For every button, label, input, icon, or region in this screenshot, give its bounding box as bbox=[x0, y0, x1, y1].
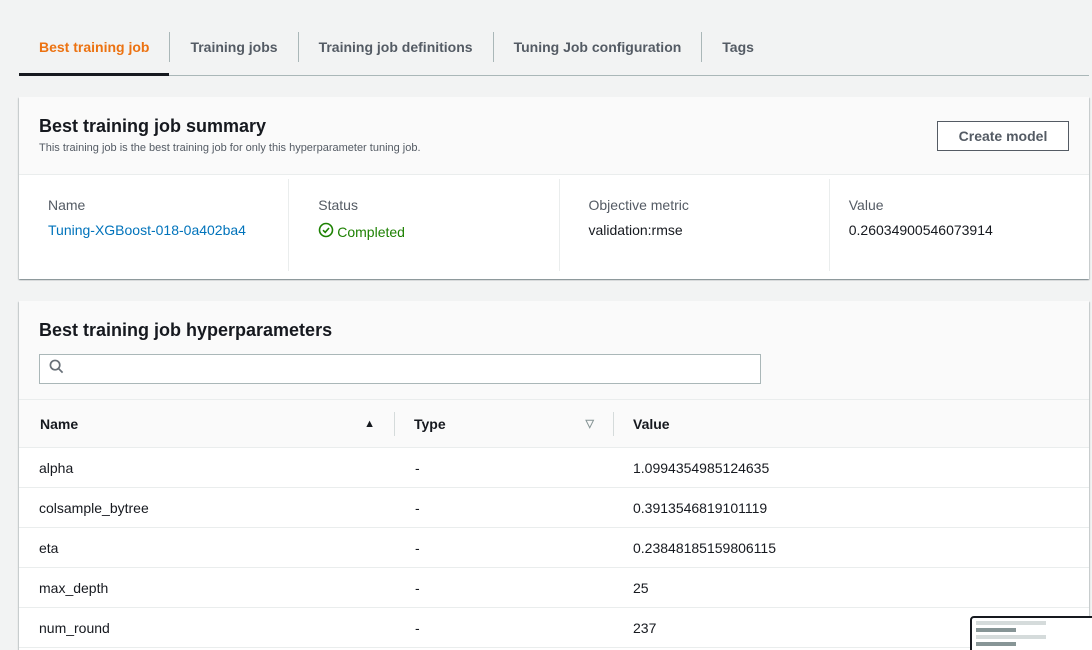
row-type: - bbox=[415, 459, 420, 476]
summary-header: Best training job summary This training … bbox=[19, 97, 1089, 175]
screenshot-thumbnail-preview[interactable] bbox=[970, 616, 1092, 650]
tab-training-jobs[interactable]: Training jobs bbox=[170, 27, 297, 67]
tab-tags[interactable]: Tags bbox=[702, 27, 774, 67]
column-header-value: Value bbox=[614, 412, 1089, 436]
create-model-button[interactable]: Create model bbox=[937, 121, 1069, 151]
row-name: colsample_bytree bbox=[39, 499, 149, 516]
objective-metric-column: Objective metric validation:rmse bbox=[560, 179, 830, 271]
thumbnail-line bbox=[976, 642, 1016, 646]
summary-description: This training job is the best training j… bbox=[39, 142, 421, 154]
row-type: - bbox=[415, 579, 420, 596]
column-header-type[interactable]: Type ▽ bbox=[395, 411, 614, 436]
value-label: Value bbox=[848, 197, 884, 213]
column-header-name[interactable]: Name ▲ bbox=[19, 411, 395, 436]
tab-tuning-job-configuration[interactable]: Tuning Job configuration bbox=[494, 27, 702, 67]
table-row: colsample_bytree - 0.3913546819101119 bbox=[19, 488, 1089, 528]
tab-bar: Best training job Training jobs Training… bbox=[19, 27, 1089, 76]
row-type: - bbox=[415, 619, 420, 636]
name-column: Name Tuning-XGBoost-018-0a402ba4 bbox=[19, 179, 290, 271]
row-name: max_depth bbox=[39, 579, 109, 596]
summary-title: Best training job summary bbox=[39, 116, 267, 136]
status-value: Completed bbox=[337, 223, 405, 240]
row-value: 0.3913546819101119 bbox=[633, 499, 768, 516]
column-header-type-label: Type bbox=[414, 415, 446, 432]
status-label: Status bbox=[318, 197, 358, 213]
hyperparameters-panel: Best training job hyperparameters Name ▲… bbox=[19, 301, 1089, 650]
status-indicator: Completed bbox=[318, 222, 538, 241]
tab-best-training-job[interactable]: Best training job bbox=[19, 27, 170, 76]
objective-metric-value: validation:rmse bbox=[588, 222, 683, 238]
objective-metric-label: Objective metric bbox=[588, 197, 689, 213]
hyperparameters-header: Best training job hyperparameters bbox=[19, 301, 1089, 400]
page: Best training job Training jobs Training… bbox=[0, 0, 1092, 650]
tab-training-job-definitions[interactable]: Training job definitions bbox=[299, 27, 493, 67]
row-name: num_round bbox=[39, 619, 110, 636]
table-header: Name ▲ Type ▽ Value bbox=[19, 400, 1089, 448]
row-value: 25 bbox=[633, 579, 649, 596]
table-row: alpha - 1.0994354985124635 bbox=[19, 448, 1089, 488]
status-column: Status Completed bbox=[289, 179, 560, 271]
column-header-name-label: Name bbox=[40, 415, 79, 432]
thumbnail-line bbox=[976, 621, 1046, 625]
check-circle-icon bbox=[318, 222, 334, 241]
row-type: - bbox=[415, 539, 420, 556]
row-name: eta bbox=[39, 539, 59, 556]
search-icon bbox=[49, 359, 64, 379]
hyperparameters-title: Best training job hyperparameters bbox=[39, 320, 333, 340]
search-box bbox=[39, 354, 761, 384]
value-column: Value 0.26034900546073914 bbox=[830, 179, 1089, 271]
name-label: Name bbox=[48, 197, 86, 213]
training-job-name-link[interactable]: Tuning-XGBoost-018-0a402ba4 bbox=[48, 222, 246, 238]
row-name: alpha bbox=[39, 459, 74, 476]
row-value: 1.0994354985124635 bbox=[633, 459, 770, 476]
column-header-value-label: Value bbox=[633, 415, 670, 432]
thumbnail-line bbox=[976, 628, 1016, 632]
metric-value: 0.26034900546073914 bbox=[848, 222, 993, 238]
row-type: - bbox=[415, 499, 420, 516]
table-row: num_round - 237 bbox=[19, 608, 1089, 648]
summary-columns: Name Tuning-XGBoost-018-0a402ba4 Status … bbox=[19, 179, 1089, 271]
table-row: max_depth - 25 bbox=[19, 568, 1089, 608]
search-input[interactable] bbox=[70, 356, 760, 382]
sort-descending-icon[interactable]: ▽ bbox=[586, 417, 594, 430]
row-value: 0.23848185159806115 bbox=[633, 539, 777, 556]
thumbnail-line bbox=[976, 635, 1046, 639]
sort-ascending-icon[interactable]: ▲ bbox=[364, 418, 375, 430]
best-training-job-summary-panel: Best training job summary This training … bbox=[19, 97, 1089, 279]
table-row: eta - 0.23848185159806115 bbox=[19, 528, 1089, 568]
